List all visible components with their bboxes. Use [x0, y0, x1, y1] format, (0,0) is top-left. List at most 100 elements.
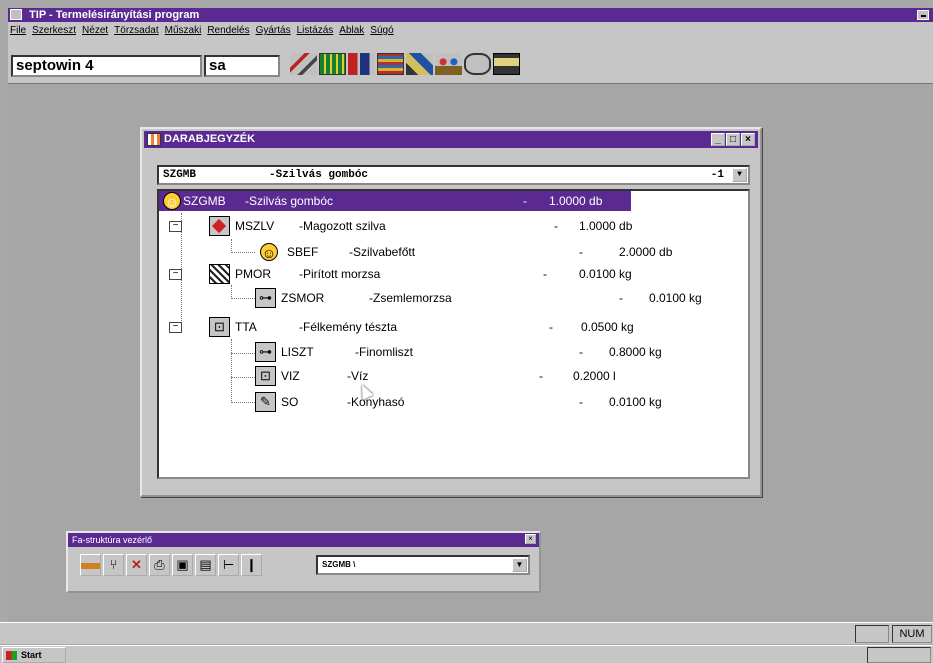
product-selector[interactable]: SZGMB -Szilvás gombóc -1 ▼: [157, 165, 750, 185]
tree-node-tta[interactable]: − TTA -Félkemény tészta - 0.0500 kg: [159, 317, 749, 337]
num-lock-indicator: NUM: [892, 625, 932, 643]
maximize-button[interactable]: □: [726, 133, 740, 146]
tree-node-mszlv[interactable]: − MSZLV -Magozott szilva - 1.0000 db: [159, 216, 749, 236]
smiley-icon: [260, 243, 278, 261]
user-field[interactable]: sa: [204, 55, 280, 77]
node-code: TTA: [235, 320, 257, 334]
start-button[interactable]: Start: [2, 647, 66, 663]
menu-ablak[interactable]: Ablak: [339, 25, 364, 36]
menu-nezet[interactable]: Nézet: [82, 25, 108, 36]
inventory-icon[interactable]: [377, 53, 404, 75]
tree-node-sbef[interactable]: SBEF -Szilvabefőtt - 2.0000 db: [159, 242, 749, 262]
menu-gyartas[interactable]: Gyártás: [256, 25, 291, 36]
branch-icon[interactable]: ⑂: [103, 554, 124, 576]
node-dash: -: [619, 291, 623, 305]
status-bar: NUM: [0, 622, 933, 644]
node-code: SBEF: [287, 245, 319, 259]
node-qty: 0.0100 kg: [609, 395, 662, 409]
node-name: -Félkemény tészta: [299, 320, 398, 334]
node-qty: 0.0100 kg: [649, 291, 702, 305]
close-button[interactable]: ×: [741, 133, 755, 146]
collapse-icon[interactable]: −: [169, 322, 182, 333]
collapse-icon[interactable]: ❙: [241, 554, 262, 576]
report-icon[interactable]: [348, 53, 375, 75]
key-icon: [255, 342, 276, 362]
selector-level: -1: [710, 169, 724, 181]
tree-node-so[interactable]: SO -Konyhasó - 0.0100 kg: [159, 392, 749, 412]
node-dash: -: [539, 369, 543, 383]
bom-window-title-bar[interactable]: DARABJEGYZÉK _ □ ×: [144, 131, 758, 148]
key-icon: [255, 288, 276, 308]
tree-control-toolbar: ⑂ ✕ ⎙ ▣ ▤ ⊢ ❙: [80, 554, 262, 576]
delete-icon[interactable]: ✕: [126, 554, 147, 576]
chevron-down-icon[interactable]: ▼: [512, 558, 527, 572]
tree-node-szgmb[interactable]: SZGMB -Szilvás gombóc - 1.0000 db: [159, 191, 631, 211]
save-icon[interactable]: [493, 53, 520, 75]
tree-control-combo[interactable]: SZGMB \ ▼: [316, 555, 530, 575]
collapse-icon[interactable]: −: [169, 221, 182, 232]
node-code: ZSMOR: [281, 291, 325, 305]
node-dash: -: [549, 320, 553, 334]
node-qty: 1.0000 db: [579, 219, 633, 233]
diamond-icon: [209, 216, 230, 236]
smiley-icon: [163, 192, 181, 210]
pen-icon: [255, 392, 276, 412]
tree-node-viz[interactable]: VIZ -Víz - 0.2000 l: [159, 366, 749, 386]
bom-tree[interactable]: SZGMB -Szilvás gombóc - 1.0000 db − MSZL…: [157, 189, 750, 479]
chevron-down-icon[interactable]: ▼: [732, 168, 747, 182]
tree-node-pmor[interactable]: − PMOR -Pirított morzsa - 0.0100 kg: [159, 264, 749, 284]
database-field[interactable]: septowin 4: [11, 55, 202, 77]
system-tray: [867, 647, 931, 663]
node-qty: 0.8000 kg: [609, 345, 662, 359]
tree-node-zsmor[interactable]: ZSMOR -Zsemlemorzsa - 0.0100 kg: [159, 288, 749, 308]
app-minimize-button[interactable]: [917, 10, 929, 20]
node-qty: 2.0000 db: [619, 245, 673, 259]
selector-code: SZGMB: [163, 169, 197, 181]
menu-sugo[interactable]: Súgó: [370, 25, 393, 36]
node-name: -Konyhasó: [347, 395, 405, 409]
node-dash: -: [554, 219, 558, 233]
circle-icon[interactable]: [464, 53, 491, 75]
menu-torzsadat[interactable]: Törzsadat: [114, 25, 158, 36]
menu-szerkeszt[interactable]: Szerkeszt: [32, 25, 76, 36]
expand-icon[interactable]: ⊢: [218, 554, 239, 576]
node-qty: 0.0500 kg: [581, 320, 634, 334]
bom-window-title: DARABJEGYZÉK: [164, 133, 256, 145]
node-dash: -: [523, 194, 527, 208]
menu-listazas[interactable]: Listázás: [297, 25, 334, 36]
save-icon[interactable]: ▤: [195, 554, 216, 576]
menu-rendeles[interactable]: Rendelés: [207, 25, 249, 36]
tree-control-window: Fa-struktúra vezérlő × ⑂ ✕ ⎙ ▣ ▤ ⊢ ❙ SZG…: [66, 531, 541, 593]
selector-name: -Szilvás gombóc: [269, 169, 369, 181]
node-name: -Szilvabefőtt: [349, 245, 416, 259]
machine-icon[interactable]: [406, 53, 433, 75]
node-name: -Finomliszt: [355, 345, 414, 359]
taskbar: Start: [0, 645, 933, 663]
node-name: -Szilvás gombóc: [245, 194, 334, 208]
bread-icon: [209, 317, 230, 337]
tree-control-close-button[interactable]: ×: [525, 534, 536, 544]
node-dash: -: [579, 245, 583, 259]
chart-icon[interactable]: [319, 53, 346, 75]
print-icon[interactable]: ⎙: [149, 554, 170, 576]
system-menu-icon[interactable]: [10, 9, 22, 20]
collapse-icon[interactable]: −: [169, 269, 182, 280]
tree-control-title: Fa-struktúra vezérlő: [72, 535, 153, 545]
app-title-bar: TIP - Termelésirányítási program: [8, 8, 933, 22]
menu-file[interactable]: File: [10, 25, 26, 36]
people-icon[interactable]: [435, 53, 462, 75]
tree-node-liszt[interactable]: LISZT -Finomliszt - 0.8000 kg: [159, 342, 749, 362]
node-code: PMOR: [235, 267, 271, 281]
tools-icon[interactable]: [290, 53, 317, 75]
bom-window-icon: [147, 133, 161, 146]
window-icon[interactable]: ▣: [172, 554, 193, 576]
node-dash: -: [579, 395, 583, 409]
node-code: MSZLV: [235, 219, 275, 233]
status-panel: [855, 625, 889, 643]
layer-icon[interactable]: [80, 554, 101, 576]
menu-muszaki[interactable]: Műszaki: [165, 25, 202, 36]
tree-control-title-bar[interactable]: Fa-struktúra vezérlő ×: [68, 533, 539, 547]
main-toolbar: septowin 4 sa: [8, 39, 933, 84]
minimize-button[interactable]: _: [711, 133, 725, 146]
node-code: SZGMB: [183, 194, 226, 208]
